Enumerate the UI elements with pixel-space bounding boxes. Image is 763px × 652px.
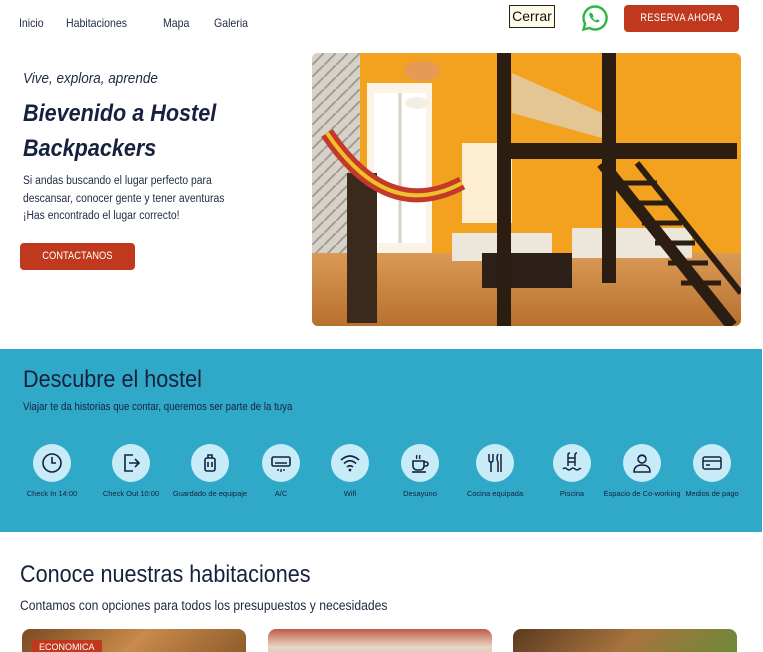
amenity-kitchen: Cocina equipada (455, 444, 535, 499)
luggage-icon (191, 444, 229, 482)
wifi-icon (331, 444, 369, 482)
exit-icon (112, 444, 150, 482)
amenity-coworking: Espacio de Co-working (602, 444, 682, 499)
rooms-subtitle: Contamos con opciones para todos los pre… (20, 598, 388, 613)
rooms-title: Conoce nuestras habitaciones (20, 561, 311, 588)
amenity-wifi: Wifi (310, 444, 390, 499)
amenity-breakfast: Desayuno (380, 444, 460, 499)
hero-tagline: Vive, explora, aprende (23, 70, 158, 87)
clock-icon (33, 444, 71, 482)
hero-text: Si andas buscando el lugar perfecto para… (23, 175, 225, 222)
coffee-icon (401, 444, 439, 482)
amenity-label: Check Out 10:00 (102, 489, 160, 498)
hero-title: Bievenido a Hostel Backpackers (23, 100, 217, 162)
top-nav: Inicio Habitaciones Mapa Galeria Cerrar … (0, 0, 763, 44)
amenity-payment: Medios de pago (672, 444, 752, 499)
contact-button[interactable]: CONTACTANOS (20, 243, 135, 270)
air-conditioner-icon (262, 444, 300, 482)
discover-title: Descubre el hostel (23, 366, 202, 393)
close-button[interactable]: Cerrar (509, 5, 555, 28)
amenity-ac: A/C (241, 444, 321, 499)
amenity-check-in: Check In 14:00 (12, 444, 92, 499)
amenity-check-out: Check Out 10:00 (91, 444, 171, 499)
utensils-icon (476, 444, 514, 482)
nav-link-mapa[interactable]: Mapa (163, 16, 189, 30)
amenity-label: Cocina equipada (466, 489, 524, 498)
hero-room-photo (312, 53, 741, 326)
room-card-3[interactable] (513, 629, 737, 652)
card-icon (693, 444, 731, 482)
reserve-button[interactable]: RESERVA AHORA (624, 5, 739, 32)
person-icon (623, 444, 661, 482)
amenity-label: Espacio de Co-working (603, 489, 681, 498)
amenity-label: A/C (274, 489, 288, 498)
discover-subtitle: Viajar te da historias que contar, quere… (23, 401, 293, 413)
nav-link-galeria[interactable]: Galeria (214, 16, 248, 30)
amenity-luggage: Guardado de equipaje (170, 444, 250, 499)
amenity-label: Check In 14:00 (26, 489, 78, 498)
room-badge: ECONOMICA (32, 640, 102, 652)
whatsapp-icon[interactable] (581, 4, 609, 32)
amenity-label: Wifi (343, 489, 357, 498)
amenity-label: Guardado de equipaje (172, 489, 248, 498)
room-card-2[interactable] (268, 629, 492, 652)
pool-icon (553, 444, 591, 482)
nav-link-habitaciones[interactable]: Habitaciones (66, 16, 127, 30)
amenity-label: Medios de pago (685, 489, 739, 498)
room-card-economica[interactable]: ECONOMICA (22, 629, 246, 652)
amenity-label: Piscina (559, 489, 585, 498)
amenity-pool: Piscina (532, 444, 612, 499)
nav-link-inicio[interactable]: Inicio (19, 16, 44, 30)
amenity-label: Desayuno (403, 489, 437, 498)
